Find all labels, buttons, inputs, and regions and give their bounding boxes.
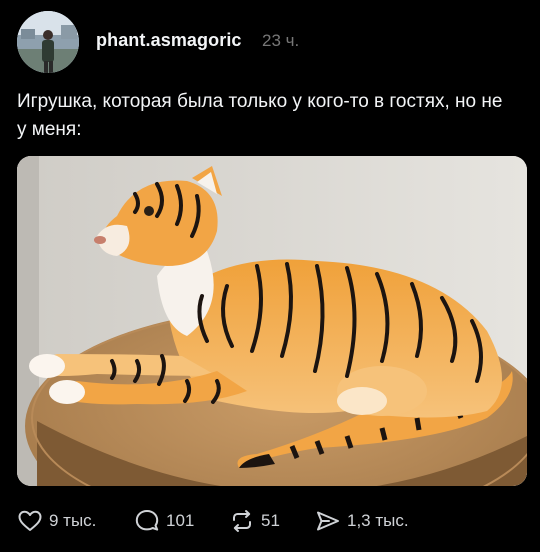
post-text: Игрушка, которая была только у кого-то в… [17,91,503,140]
like-button[interactable]: 9 тыс. [17,505,96,537]
author-username[interactable]: phant.asmagoric [96,30,242,51]
post-timestamp: 23 ч. [262,31,300,50]
like-count: 9 тыс. [49,511,97,530]
paper-plane-icon [317,511,339,531]
avatar[interactable] [17,11,79,73]
reply-count: 101 [166,511,195,530]
thread-post: phant.asmagoric 23 ч. Игрушка, которая б… [0,0,540,552]
share-button[interactable]: 1,3 тыс. [315,505,409,537]
post-actions: 9 тыс. 101 51 1,3 тыс. [17,505,527,537]
repost-count: 51 [261,511,280,530]
plush-tiger-photo [17,156,527,486]
heart-icon [18,510,42,531]
speech-bubble-icon [135,510,159,531]
repost-arrows-icon [233,510,251,532]
post-photo[interactable] [17,156,527,486]
share-count: 1,3 тыс. [347,511,409,530]
avatar-photo [17,11,79,73]
repost-button[interactable]: 51 [229,505,280,537]
reply-button[interactable]: 101 [134,505,194,537]
